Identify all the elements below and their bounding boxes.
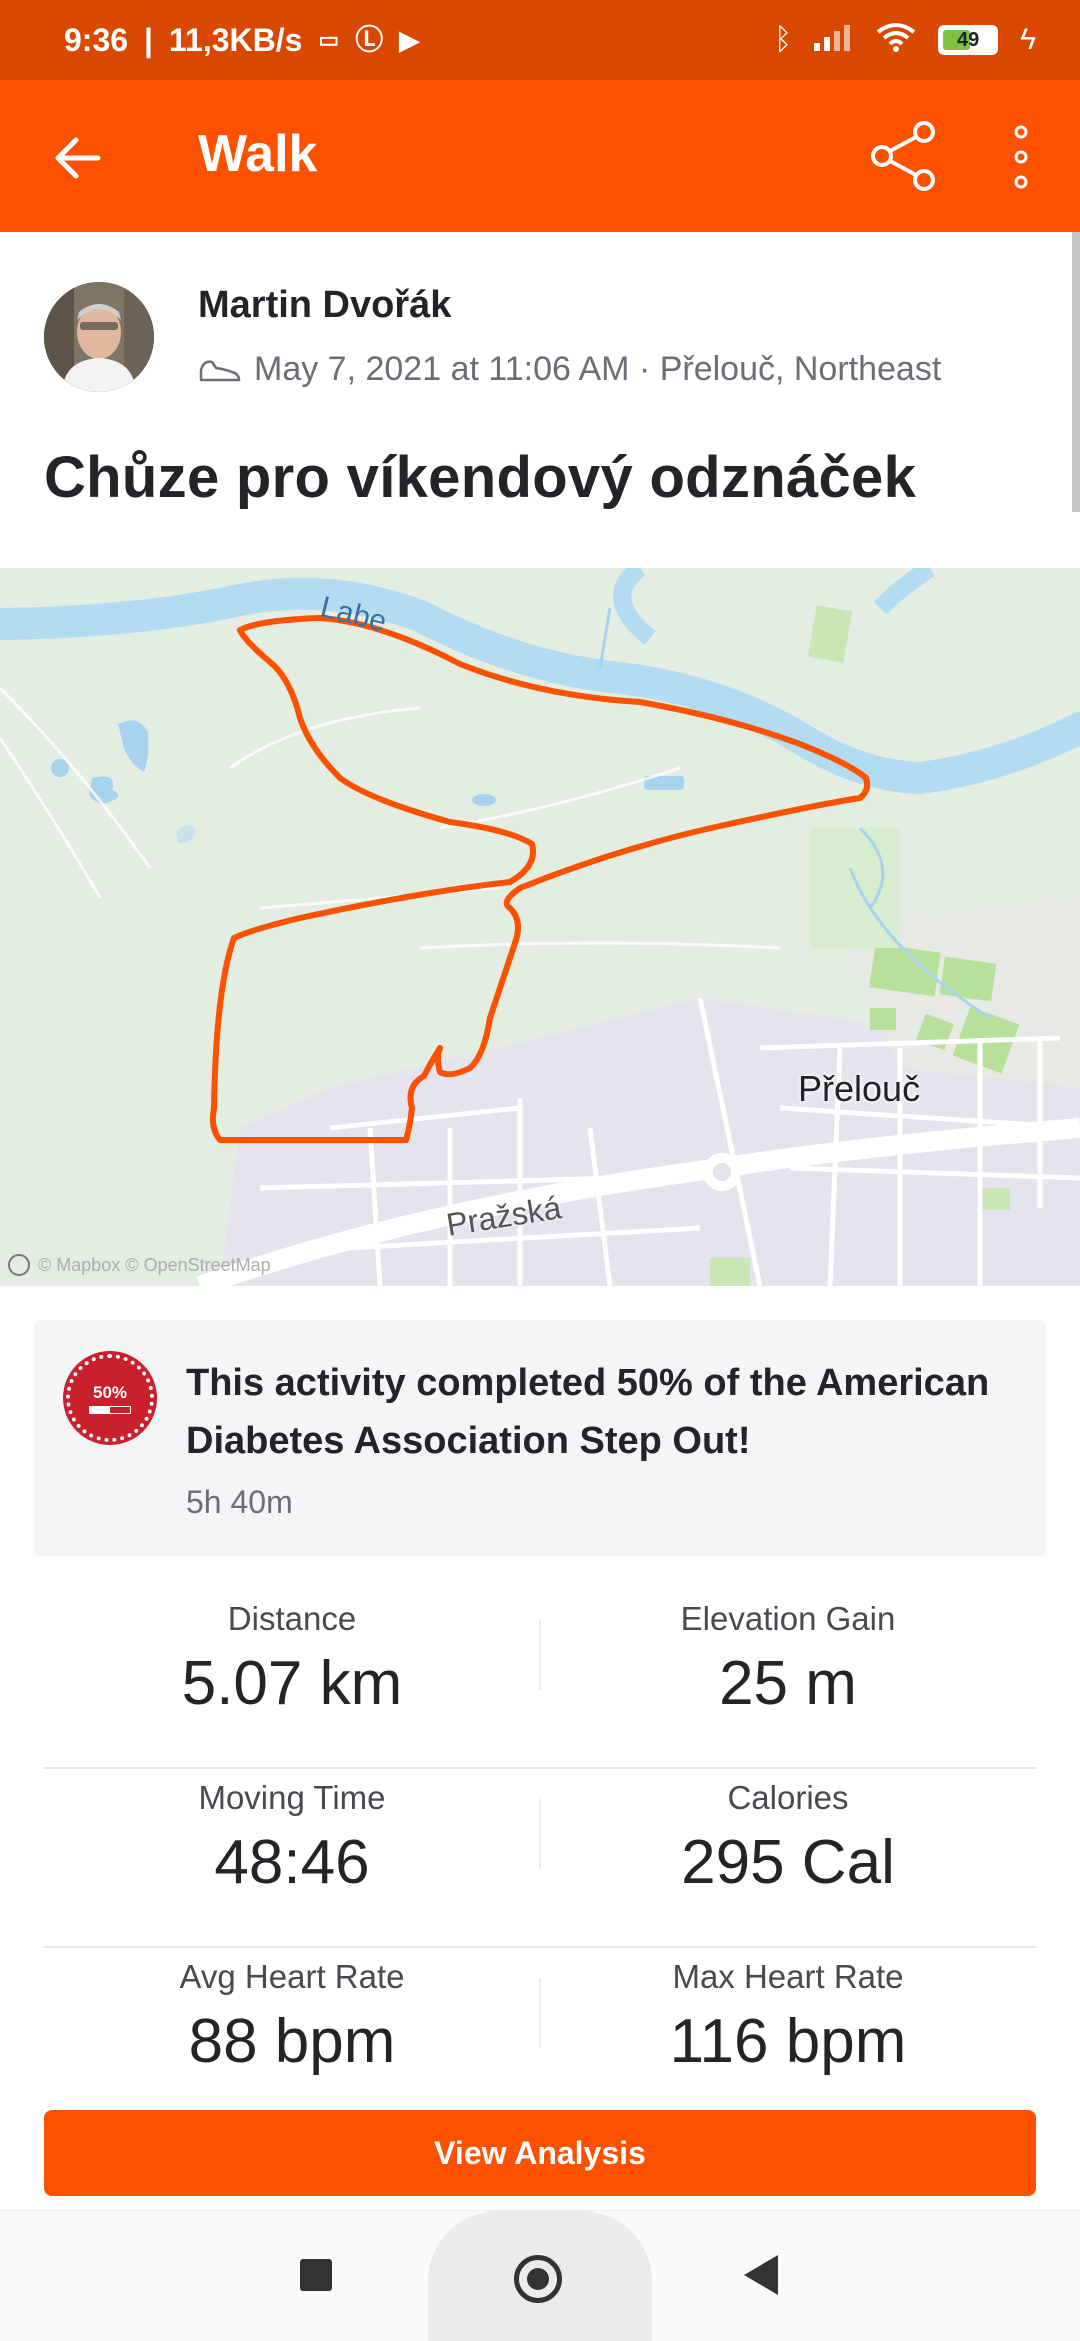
app-bar: Walk	[0, 80, 1080, 232]
map-canvas	[0, 568, 1080, 1286]
walk-shoe-icon	[199, 359, 241, 381]
status-bar: 9:36 | 11,3KB/s ▭ Ⓛ ▶ ᛒ 49 ϟ	[0, 0, 1080, 80]
scrollbar[interactable]	[1072, 232, 1080, 512]
signal-icon	[814, 23, 854, 57]
charging-icon: ϟ	[1020, 23, 1036, 56]
activity-date-location: May 7, 2021 at 11:06 AM · Přelouč, North…	[254, 350, 942, 388]
athlete-name[interactable]: Martin Dvořák	[198, 284, 451, 327]
challenge-time: 5h 40m	[186, 1484, 293, 1520]
badge-progress-bar	[89, 1405, 131, 1414]
youtube-icon: ▶	[399, 25, 420, 55]
more-vertical-icon[interactable]	[1005, 124, 1037, 190]
challenge-text: This activity completed 50% of the Ameri…	[186, 1362, 990, 1462]
stat-elevation-gain: Elevation Gain 25 m	[680, 1600, 896, 1718]
stat-moving-time: Moving Time 48:46	[198, 1779, 386, 1897]
system-nav-bar	[0, 2210, 1080, 2341]
bluetooth-icon: ᛒ	[774, 23, 793, 56]
avatar[interactable]	[44, 282, 154, 392]
status-time: 9:36	[64, 21, 129, 58]
stats-grid: Distance 5.07 km Elevation Gain 25 m Mov…	[44, 1590, 1036, 2125]
recent-apps-icon[interactable]	[300, 2259, 332, 2291]
share-icon[interactable]	[868, 120, 938, 192]
battery-icon: 49	[938, 25, 999, 55]
activity-title: Chůze pro víkendový odznáček	[44, 445, 917, 510]
back-triangle-icon[interactable]	[744, 2255, 778, 2295]
network-speed: 11,3KB/s	[169, 21, 303, 58]
mapbox-logo-icon	[8, 1254, 30, 1276]
challenge-badge-icon: 50%	[66, 1354, 154, 1442]
map-label-town: Přelouč	[798, 1068, 921, 1109]
wifi-icon	[876, 22, 916, 58]
challenge-card[interactable]: 50% This activity completed 50% of the A…	[34, 1320, 1046, 1556]
stat-calories: Calories 295 Cal	[681, 1779, 895, 1897]
stats-row: Moving Time 48:46 Calories 295 Cal	[44, 1769, 1036, 1948]
location-app-icon: Ⓛ	[355, 24, 384, 55]
activity-meta: May 7, 2021 at 11:06 AM · Přelouč, North…	[198, 350, 941, 389]
home-icon[interactable]	[514, 2255, 562, 2303]
battery-level: 49	[956, 28, 980, 51]
data-saver-icon: ▭	[318, 27, 340, 52]
back-arrow-icon[interactable]	[50, 130, 106, 186]
stat-avg-heart-rate: Avg Heart Rate 88 bpm	[179, 1958, 405, 2076]
stats-row: Avg Heart Rate 88 bpm Max Heart Rate 116…	[44, 1948, 1036, 2125]
route-map[interactable]: Labe Přelouč Pražská © Mapbox © OpenStre…	[0, 568, 1080, 1286]
map-attribution[interactable]: © Mapbox © OpenStreetMap	[8, 1254, 271, 1276]
stat-distance: Distance 5.07 km	[181, 1600, 403, 1718]
stat-max-heart-rate: Max Heart Rate 116 bpm	[669, 1958, 907, 2076]
page-title: Walk	[198, 125, 318, 183]
view-analysis-button[interactable]: View Analysis	[44, 2110, 1036, 2196]
badge-percent: 50%	[92, 1382, 128, 1402]
stats-row: Distance 5.07 km Elevation Gain 25 m	[44, 1590, 1036, 1769]
